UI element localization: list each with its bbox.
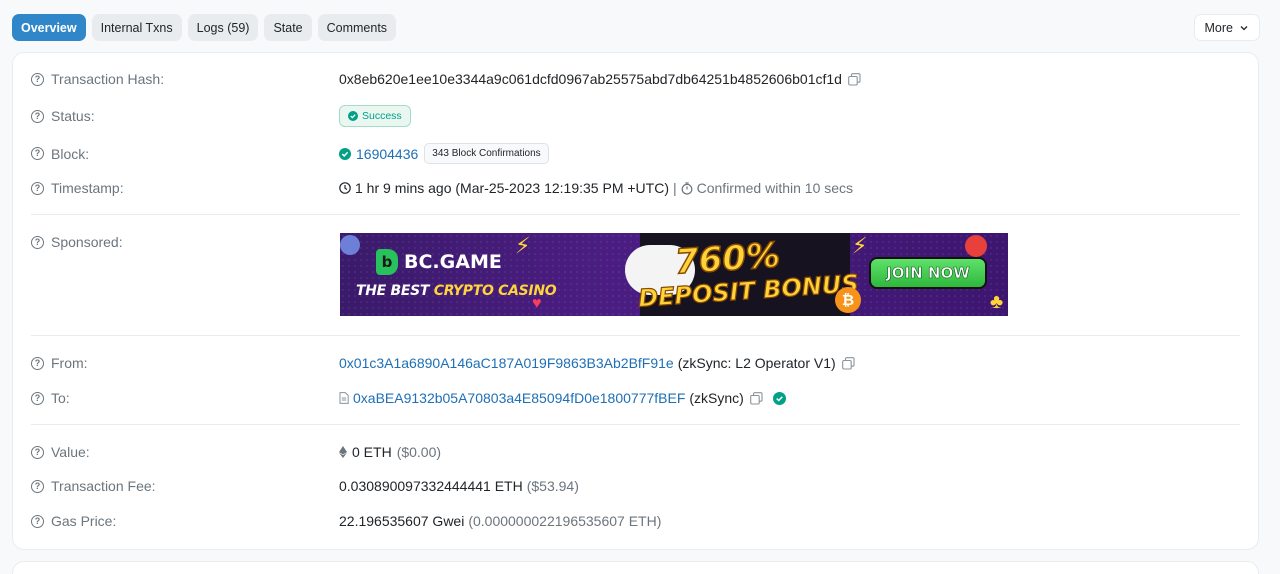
divider — [31, 335, 1240, 336]
question-circle-icon[interactable]: ? — [31, 181, 44, 195]
copy-icon[interactable] — [749, 391, 763, 405]
stopwatch-icon — [681, 181, 693, 195]
check-circle-icon — [339, 147, 351, 160]
tab-internal-txns[interactable]: Internal Txns — [91, 14, 182, 41]
block-number-link[interactable]: 16904436 — [356, 146, 418, 162]
row-value: ? Value: 0 ETH ($0.00) — [31, 444, 1240, 460]
sponsored-banner-ad[interactable]: ⚡ b BC.GAME THE BEST CRYPTO CASINO ♥ 760… — [340, 233, 1008, 316]
check-circle-icon — [348, 111, 358, 121]
gas-price-gwei: 22.196535607 Gwei — [339, 513, 465, 529]
banner-tagline: THE BEST CRYPTO CASINO — [356, 283, 557, 299]
row-status: ? Status: Success — [31, 105, 1240, 127]
value-amount: 0 ETH — [352, 444, 392, 460]
transaction-hash-value: 0x8eb620e1ee10e3344a9c061dcfd0967ab25575… — [339, 71, 842, 87]
label-status: Status: — [51, 108, 95, 124]
row-transaction-hash: ? Transaction Hash: 0x8eb620e1ee10e3344a… — [31, 71, 1240, 87]
label-value: Value: — [51, 444, 90, 460]
transaction-details-card: ? Transaction Hash: 0x8eb620e1ee10e3344a… — [12, 52, 1259, 550]
copy-icon[interactable] — [848, 72, 861, 86]
transaction-fee-amount: 0.030890097332444441 ETH — [339, 478, 523, 494]
row-block: ? Block: 16904436 343 Block Confirmation… — [31, 143, 1240, 164]
question-circle-icon[interactable]: ? — [31, 235, 44, 249]
label-block: Block: — [51, 145, 90, 162]
to-address-link[interactable]: 0xaBEA9132b05A70803a4E85094fD0e1800777fB… — [353, 390, 685, 406]
question-circle-icon[interactable]: ? — [31, 72, 44, 86]
tab-logs[interactable]: Logs (59) — [187, 14, 259, 41]
label-transaction-hash: Transaction Hash: — [51, 71, 165, 87]
more-dropdown-button[interactable]: More — [1193, 14, 1260, 41]
label-transaction-fee: Transaction Fee: — [51, 478, 156, 494]
timestamp-value: 1 hr 9 mins ago (Mar-25-2023 12:19:35 PM… — [355, 180, 669, 196]
label-from: From: — [51, 355, 88, 371]
heart-icon: ♥ — [532, 295, 542, 312]
from-address-name: (zkSync: L2 Operator V1) — [677, 355, 836, 371]
question-circle-icon[interactable]: ? — [31, 147, 44, 160]
row-from: ? From: 0x01c3A1a6890A146aC187A019F9863B… — [31, 355, 1240, 371]
row-transaction-fee: ? Transaction Fee: 0.030890097332444441 … — [31, 478, 1240, 494]
status-badge: Success — [339, 105, 411, 127]
verified-check-icon — [772, 391, 786, 405]
secondary-card — [12, 561, 1259, 574]
lightning-icon: ⚡ — [515, 233, 531, 258]
divider — [31, 214, 1240, 215]
copy-icon[interactable] — [841, 356, 855, 370]
row-timestamp: ? Timestamp: 1 hr 9 mins ago (Mar-25-202… — [31, 180, 1240, 196]
lightning-icon: ⚡ — [852, 233, 868, 258]
bitcoin-icon: ₿ — [835, 287, 861, 313]
ethereum-icon — [339, 446, 347, 458]
tab-bar: Overview Internal Txns Logs (59) State C… — [12, 14, 397, 41]
more-label: More — [1204, 20, 1233, 35]
label-gas-price: Gas Price: — [51, 513, 117, 529]
bc-game-mark-icon: b — [376, 249, 398, 275]
tab-overview[interactable]: Overview — [12, 14, 86, 41]
tab-state[interactable]: State — [264, 14, 312, 41]
question-circle-icon[interactable]: ? — [31, 391, 44, 405]
row-gas-price: ? Gas Price: 22.196535607 Gwei (0.000000… — [31, 513, 1240, 529]
question-circle-icon[interactable]: ? — [31, 479, 44, 493]
confirmed-within-text: Confirmed within 10 secs — [696, 180, 854, 196]
from-address-link[interactable]: 0x01c3A1a6890A146aC187A019F9863B3Ab2BfF9… — [339, 355, 674, 371]
chevron-down-icon — [1240, 25, 1248, 30]
tron-icon — [965, 235, 987, 257]
row-to: ? To: 0xaBEA9132b05A70803a4E85094fD0e180… — [31, 390, 1240, 406]
bc-game-logo: b BC.GAME — [376, 249, 502, 275]
transaction-fee-usd: ($53.94) — [526, 478, 579, 494]
gas-price-eth: (0.000000022196535607 ETH) — [468, 513, 662, 529]
question-circle-icon[interactable]: ? — [31, 356, 44, 370]
timestamp-separator: | — [672, 180, 677, 196]
question-circle-icon[interactable]: ? — [31, 514, 44, 528]
contract-file-icon — [339, 392, 349, 404]
value-usd: ($0.00) — [396, 444, 442, 460]
label-sponsored: Sponsored: — [51, 234, 123, 250]
clock-icon — [339, 182, 351, 194]
divider — [31, 424, 1240, 425]
label-to: To: — [51, 390, 70, 406]
join-now-button[interactable]: JOIN NOW — [869, 257, 987, 289]
question-circle-icon[interactable]: ? — [31, 109, 44, 123]
to-address-name: (zkSync) — [689, 390, 744, 406]
question-circle-icon[interactable]: ? — [31, 445, 44, 459]
block-confirmations-badge: 343 Block Confirmations — [424, 143, 549, 164]
tab-comments[interactable]: Comments — [317, 14, 397, 41]
label-timestamp: Timestamp: — [51, 180, 124, 196]
clubs-icon: ♣ — [990, 291, 1004, 313]
ball-icon — [340, 235, 360, 255]
